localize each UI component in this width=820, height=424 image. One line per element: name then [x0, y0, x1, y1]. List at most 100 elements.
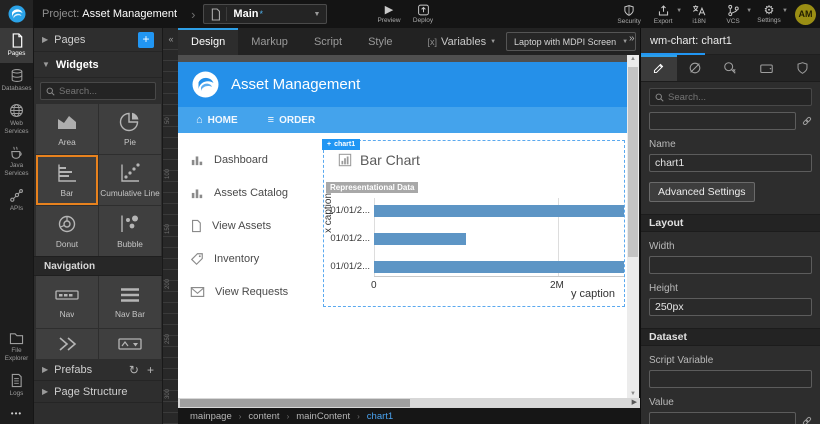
- scrolled-property-input[interactable]: [655, 115, 790, 127]
- breadcrumb-item[interactable]: mainContent: [296, 411, 350, 422]
- tab-design[interactable]: Design: [178, 28, 238, 55]
- add-page-button[interactable]: +: [138, 32, 154, 48]
- bar-chart-icon: [55, 162, 79, 184]
- bar[interactable]: [374, 205, 624, 217]
- rail-spacer: [0, 218, 33, 327]
- vcs-button[interactable]: VCS: [716, 0, 750, 28]
- widget-tile-bar[interactable]: Bar: [36, 155, 98, 205]
- deploy-button[interactable]: Deploy: [406, 0, 440, 28]
- page-structure-accordion[interactable]: ▶ Page Structure: [34, 381, 162, 403]
- widget-tile-nav-bar[interactable]: Nav Bar: [99, 276, 161, 328]
- chevron-right-icon: ›: [357, 412, 360, 421]
- triangle-right-icon: ▶: [42, 35, 48, 44]
- widgets-panel: ▶ Pages + ▼ Widgets Area: [33, 28, 162, 424]
- script-variable-input[interactable]: [655, 373, 806, 385]
- height-input[interactable]: [655, 301, 806, 313]
- pages-accordion[interactable]: ▶ Pages +: [34, 28, 162, 52]
- tab-script[interactable]: Script: [301, 28, 355, 55]
- security-button[interactable]: Security: [612, 0, 646, 28]
- menu-item-assets-catalog[interactable]: Assets Catalog: [190, 176, 320, 209]
- tab-style[interactable]: Style: [355, 28, 405, 55]
- bind-link-icon[interactable]: [802, 115, 812, 127]
- widget-tile-partial-right[interactable]: [99, 329, 161, 359]
- widget-search: [34, 78, 162, 104]
- triangle-down-icon: ▼: [42, 60, 50, 69]
- rail-item-apis[interactable]: APIs: [0, 183, 33, 218]
- breadcrumb-item[interactable]: content: [248, 411, 279, 422]
- device-selector-dropdown[interactable]: Laptop with MDPI Screen ▼: [506, 32, 636, 51]
- chart-widget-selection[interactable]: Bar Chart Representational Data 01/01/2.…: [323, 140, 625, 307]
- user-avatar[interactable]: AM: [795, 4, 816, 25]
- widget-tile-bubble[interactable]: Bubble: [99, 206, 161, 256]
- tab-device[interactable]: [748, 55, 784, 81]
- collapse-panel-icon[interactable]: «: [163, 34, 178, 44]
- tab-markup[interactable]: Markup: [238, 28, 301, 55]
- scroll-up-icon[interactable]: ▲: [627, 56, 639, 62]
- rail-overflow-menu[interactable]: •••: [0, 403, 33, 424]
- selected-widget-title: wm-chart: chart1: [650, 35, 732, 47]
- api-nodes-icon: [9, 188, 24, 203]
- navigation-widgets-grid: Nav Nav Bar: [34, 276, 162, 359]
- tab-styles[interactable]: [677, 55, 713, 81]
- breadcrumb: mainpage › content › mainContent › chart…: [178, 408, 640, 424]
- widget-tile-donut[interactable]: Donut: [36, 206, 98, 256]
- breadcrumb-item[interactable]: mainpage: [190, 411, 232, 422]
- i18n-button[interactable]: i18N: [682, 0, 716, 28]
- widget-tile-cumulative-line[interactable]: Cumulative Line: [99, 155, 161, 205]
- page-selector-dropdown[interactable]: Main * ▼: [203, 4, 327, 24]
- width-label: Width: [649, 241, 812, 252]
- bar[interactable]: [374, 233, 466, 245]
- rail-item-databases[interactable]: Databases: [0, 63, 33, 98]
- widget-tile-partial-left[interactable]: [36, 329, 98, 359]
- nav-item-home[interactable]: ⌂ HOME: [196, 114, 238, 126]
- tab-search-properties[interactable]: [713, 55, 749, 81]
- widget-tile-pie[interactable]: Pie: [99, 104, 161, 154]
- tab-security[interactable]: [784, 55, 820, 81]
- rail-item-web-services[interactable]: Web Services: [0, 98, 33, 141]
- tab-properties[interactable]: [641, 55, 677, 81]
- gear-icon: ⚙: [764, 4, 775, 16]
- name-input[interactable]: [655, 157, 806, 169]
- chevron-down-icon: ▼: [782, 8, 788, 14]
- nav-item-order[interactable]: ≡ ORDER: [268, 114, 316, 126]
- menu-item-view-assets[interactable]: View Assets: [190, 209, 320, 242]
- menu-item-inventory[interactable]: Inventory: [190, 242, 320, 275]
- widget-tile-area[interactable]: Area: [36, 104, 98, 154]
- rail-item-java-services[interactable]: Java Services: [0, 140, 33, 183]
- scroll-down-icon[interactable]: ▼: [627, 391, 639, 397]
- widget-tile-nav[interactable]: Nav: [36, 276, 98, 328]
- breadcrumb-item-current[interactable]: chart1: [367, 411, 393, 422]
- donut-chart-icon: [55, 213, 79, 235]
- add-prefab-icon[interactable]: +: [147, 363, 154, 377]
- scroll-right-icon[interactable]: ▶: [632, 398, 637, 408]
- widgets-accordion[interactable]: ▼ Widgets: [34, 52, 162, 78]
- width-input[interactable]: [655, 259, 806, 271]
- settings-button[interactable]: ⚙ Settings: [752, 0, 786, 28]
- scrollbar-thumb[interactable]: [180, 399, 410, 407]
- advanced-settings-button[interactable]: Advanced Settings: [649, 182, 755, 202]
- wavemaker-logo-icon: [8, 5, 26, 23]
- property-search-input[interactable]: [668, 92, 806, 103]
- height-label: Height: [649, 283, 812, 294]
- wavemaker-logo[interactable]: [0, 0, 33, 28]
- canvas-horizontal-scrollbar[interactable]: ▶: [178, 398, 640, 408]
- scrollbar-thumb[interactable]: [628, 67, 638, 257]
- widget-search-input[interactable]: [59, 86, 150, 97]
- rail-item-file-explorer[interactable]: File Explorer: [0, 327, 33, 368]
- preview-button[interactable]: ▶ Preview: [372, 0, 406, 28]
- bind-link-icon[interactable]: [802, 415, 812, 424]
- expand-right-panel-icon[interactable]: »: [629, 33, 635, 44]
- refresh-icon[interactable]: ↻: [129, 363, 139, 377]
- value-input[interactable]: [655, 415, 790, 424]
- variables-dropdown[interactable]: [x] Variables ▼: [428, 36, 497, 48]
- canvas-vertical-scrollbar[interactable]: ▲ ▼: [627, 55, 639, 398]
- selected-widget-tag[interactable]: + chart1: [322, 139, 360, 150]
- prefabs-accordion[interactable]: ▶ Prefabs ↻ +: [34, 359, 162, 381]
- menu-item-view-requests[interactable]: View Requests: [190, 275, 320, 308]
- export-button[interactable]: Export: [646, 0, 680, 28]
- menu-item-dashboard[interactable]: Dashboard: [190, 143, 320, 176]
- bar[interactable]: [374, 261, 624, 273]
- rail-item-pages[interactable]: Pages: [0, 28, 33, 63]
- search-icon: [655, 93, 664, 102]
- rail-item-logs[interactable]: Logs: [0, 368, 33, 403]
